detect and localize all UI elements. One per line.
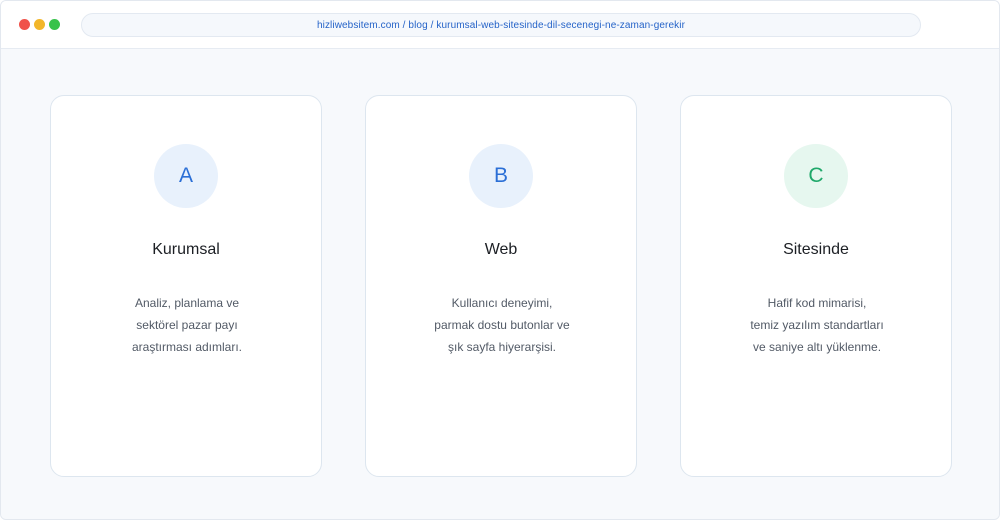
close-window-button[interactable] [19, 19, 30, 30]
browser-window: hizliwebsitem.com / blog / kurumsal-web-… [0, 0, 1000, 520]
maximize-window-button[interactable] [49, 19, 60, 30]
card-title: Sitesinde [783, 241, 849, 258]
description-line: ve saniye altı yüklenme. [752, 340, 882, 354]
card-title: Web [484, 241, 518, 258]
feature-card-sitesinde: C Sitesinde Hafif kod mimarisi, temiz ya… [680, 95, 952, 477]
description-line: şık sayfa hiyerarşisi. [447, 340, 557, 354]
address-url: hizliwebsitem.com / blog / kurumsal-web-… [316, 19, 686, 31]
letter-badge: A [154, 144, 218, 208]
feature-card-kurumsal: A Kurumsal Analiz, planlama ve sektörel … [50, 95, 322, 477]
description-line: Analiz, planlama ve [134, 296, 240, 310]
badge-letter: C [808, 164, 824, 187]
title-bar: hizliwebsitem.com / blog / kurumsal-web-… [1, 1, 999, 49]
description-line: Kullanıcı deneyimi, [451, 296, 553, 310]
description-line: Hafif kod mimarisi, [767, 296, 867, 310]
badge-letter: B [493, 164, 508, 187]
description-line: temiz yazılım standartları [750, 318, 884, 332]
feature-card-web: B Web Kullanıcı deneyimi, parmak dostu b… [365, 95, 637, 477]
card-description: Hafif kod mimarisi, temiz yazılım standa… [711, 292, 923, 358]
badge-letter: A [178, 164, 193, 187]
description-line: sektörel pazar payı [136, 318, 238, 332]
card-title: Kurumsal [152, 241, 220, 258]
letter-badge: B [469, 144, 533, 208]
card-description: Analiz, planlama ve sektörel pazar payı … [81, 292, 293, 358]
description-line: parmak dostu butonlar ve [434, 318, 570, 332]
card-description: Kullanıcı deneyimi, parmak dostu butonla… [396, 292, 608, 358]
address-bar[interactable]: hizliwebsitem.com / blog / kurumsal-web-… [81, 13, 921, 37]
description-line: araştırması adımları. [131, 340, 243, 354]
minimize-window-button[interactable] [34, 19, 45, 30]
letter-badge: C [784, 144, 848, 208]
page-content: A Kurumsal Analiz, planlama ve sektörel … [1, 50, 999, 519]
